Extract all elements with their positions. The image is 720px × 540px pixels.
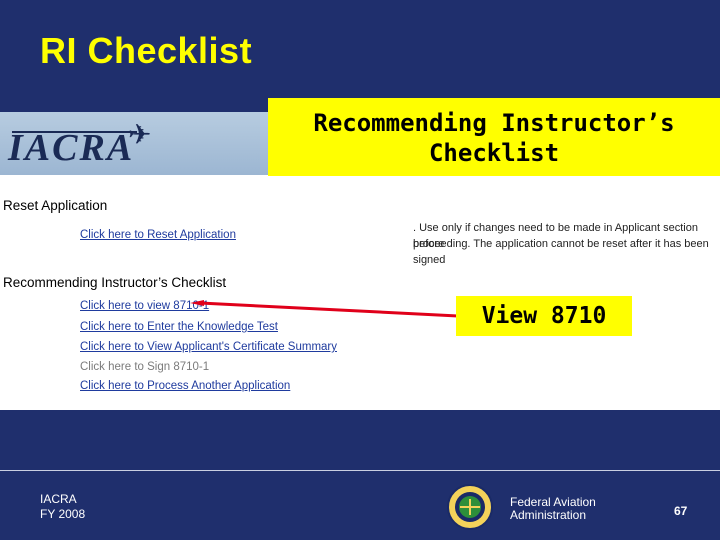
callout-title: Recommending Instructor’s Checklist xyxy=(268,98,720,176)
faa-seal-icon xyxy=(447,484,493,530)
footer-org: Federal Aviation Administration xyxy=(510,496,596,522)
checklist-title: Recommending Instructor’s Checklist xyxy=(3,275,227,290)
reset-application-title: Reset Application xyxy=(3,198,108,213)
process-another-link[interactable]: Click here to Process Another Applicatio… xyxy=(80,380,290,392)
reset-note-line2: proceeding. The application cannot be re… xyxy=(413,238,709,266)
callout-view-8710: View 8710 xyxy=(456,296,632,336)
footer-left: IACRA FY 2008 xyxy=(40,492,85,522)
footer-org-line2: Administration xyxy=(510,508,587,522)
iacra-banner: IACRA ✈ xyxy=(0,112,268,175)
iacra-logo: IACRA xyxy=(8,127,135,169)
airplane-icon: ✈ xyxy=(128,119,152,150)
footer-line2: FY 2008 xyxy=(40,507,86,521)
certificate-summary-link[interactable]: Click here to View Applicant's Certifica… xyxy=(80,341,337,353)
page-number: 67 xyxy=(674,504,688,518)
slide-title: RI Checklist xyxy=(40,30,253,71)
knowledge-test-link[interactable]: Click here to Enter the Knowledge Test xyxy=(80,321,278,333)
footer-divider xyxy=(0,470,720,471)
pointer-arrow xyxy=(190,300,459,318)
reset-application-link[interactable]: Click here to Reset Application xyxy=(80,229,236,241)
sign-8710-link[interactable]: Click here to Sign 8710-1 xyxy=(80,361,209,373)
footer-line1: IACRA xyxy=(40,492,77,506)
